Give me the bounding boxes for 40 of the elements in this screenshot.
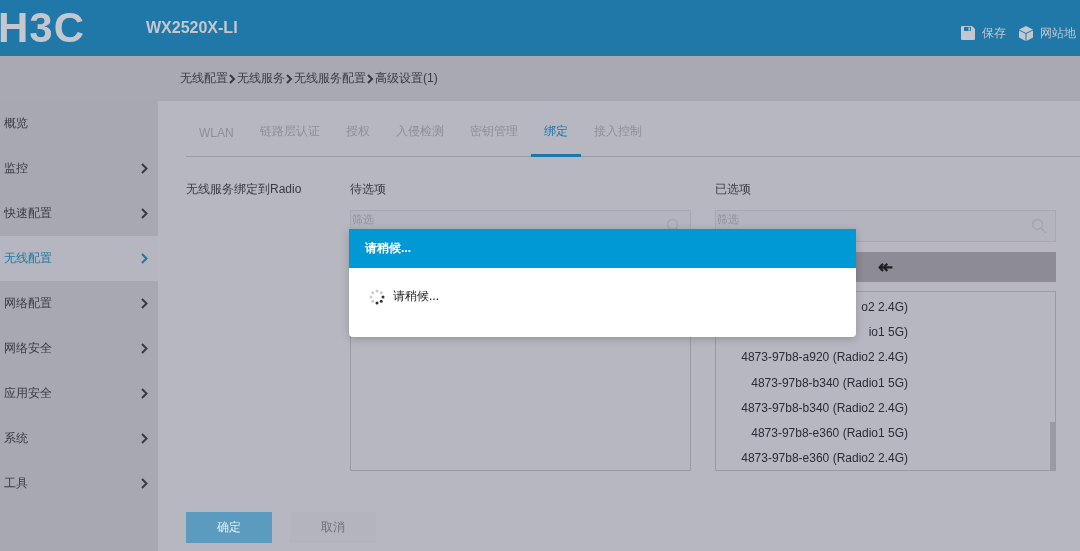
sidebar-item[interactable]: 网络安全 [0, 326, 158, 371]
breadcrumb-item[interactable]: 无线服务 [237, 70, 285, 87]
sidebar-item[interactable]: 系统 [0, 416, 158, 461]
breadcrumb-item[interactable]: 高级设置(1) [375, 70, 438, 87]
chevron-right-icon [141, 253, 148, 264]
sidebar-item[interactable]: 工具 [0, 461, 158, 506]
list-item[interactable]: 4873-97b8-b340 (Radio1 5G) [724, 374, 908, 391]
chevron-right-icon [141, 343, 148, 354]
chevron-right-icon [141, 208, 148, 219]
sidebar-item[interactable]: 概览 [0, 101, 158, 146]
breadcrumb-item[interactable]: 无线服务配置 [294, 70, 366, 87]
spinner-icon [369, 288, 385, 305]
chevron-right-icon [367, 73, 374, 84]
list-title: 已选项 [715, 181, 752, 198]
chevron-right-icon [286, 73, 293, 84]
chevron-right-icon [141, 433, 148, 444]
dialog-title: 请稍候... [349, 229, 856, 268]
chevron-right-icon [141, 298, 148, 309]
list-item[interactable]: 4873-97b8-a920 (Radio2 2.4G) [724, 349, 908, 366]
chevron-right-icon [141, 478, 148, 489]
sidebar-item[interactable]: 应用安全 [0, 371, 158, 416]
chevron-right-icon [229, 73, 236, 84]
header-link[interactable]: 保存 [982, 24, 1006, 42]
sidebar-item[interactable]: 监控 [0, 146, 158, 191]
list-item[interactable]: 4873-97b8-e360 (Radio2 2.4G) [724, 450, 908, 467]
chevron-right-icon [141, 163, 148, 174]
list-item[interactable]: 4873-97b8-e360 (Radio1 5G) [724, 425, 908, 442]
chevron-right-icon [141, 388, 148, 399]
field-label: 无线服务绑定到Radio [186, 181, 303, 198]
cube-icon [1018, 24, 1034, 42]
confirm-button[interactable]: 确定 [186, 512, 272, 543]
list-title: 待选项 [350, 181, 387, 198]
list-item[interactable]: 4873-97b8-b340 (Radio2 2.4G) [724, 399, 908, 416]
device-model: WX2520X-LI [146, 19, 238, 37]
header-link[interactable]: 网站地 [1040, 24, 1076, 42]
sidebar-item[interactable]: 快速配置 [0, 191, 158, 236]
sidebar-item[interactable]: 网络配置 [0, 281, 158, 326]
breadcrumb-item[interactable]: 无线配置 [180, 70, 228, 87]
logo: H3C [0, 7, 87, 49]
loading-message: 请稍候... [393, 288, 439, 305]
